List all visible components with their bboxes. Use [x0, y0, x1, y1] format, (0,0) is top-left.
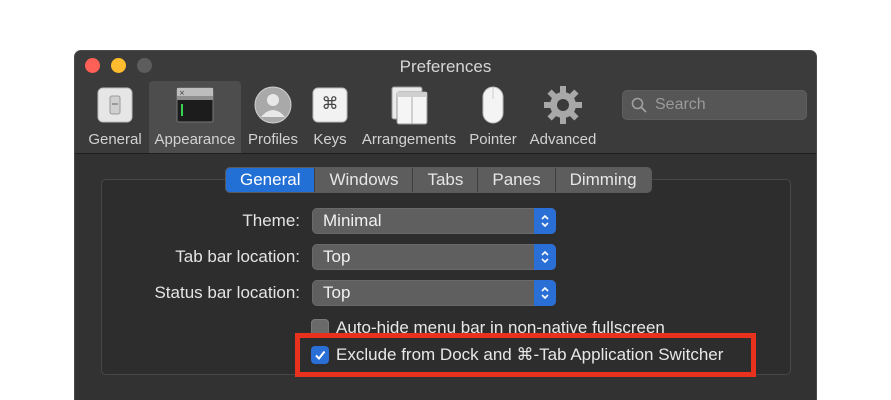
chevron-updown-icon — [534, 208, 556, 234]
command-glyph: ⌘ — [321, 94, 339, 114]
toolbar-label-appearance: Appearance — [154, 131, 236, 148]
status-bar-location-value: Top — [323, 283, 351, 302]
toolbar-label-pointer: Pointer — [469, 131, 517, 148]
tab-bar-location-select[interactable]: Top — [312, 244, 556, 270]
general-switch-icon — [95, 85, 135, 125]
chevron-updown-icon — [534, 244, 556, 270]
toolbar-item-advanced[interactable]: Advanced — [523, 81, 603, 153]
profiles-person-icon — [253, 85, 293, 125]
theme-row: Theme: Minimal — [75, 208, 556, 234]
tab-general[interactable]: General — [226, 168, 316, 192]
toolbar-item-profiles[interactable]: Profiles — [241, 81, 305, 153]
status-bar-location-label: Status bar location: — [154, 283, 300, 302]
status-bar-location-row: Status bar location: Top — [75, 280, 556, 306]
status-bar-location-select[interactable]: Top — [312, 280, 556, 306]
toolbar-item-arrangements[interactable]: Arrangements — [355, 81, 463, 153]
advanced-gear-icon — [543, 85, 583, 125]
tab-panes[interactable]: Panes — [478, 168, 556, 192]
tab-tabs[interactable]: Tabs — [413, 168, 479, 192]
red-highlight-box — [295, 333, 756, 377]
toolbar-item-general[interactable]: General — [81, 81, 149, 153]
theme-label: Theme: — [242, 211, 300, 230]
keys-command-icon: ⌘ — [310, 85, 350, 125]
toolbar-item-pointer[interactable]: Pointer — [463, 81, 523, 153]
preferences-toolbar: General × Appearance Profiles ⌘ Keys Arr… — [81, 81, 603, 153]
appearance-window-icon: × — [175, 85, 215, 125]
tab-bar-location-label: Tab bar location: — [175, 247, 300, 266]
tab-bar-location-value: Top — [323, 247, 351, 266]
toolbar-label-profiles: Profiles — [247, 131, 299, 148]
search-field[interactable] — [622, 90, 807, 120]
toolbar-label-arrangements: Arrangements — [361, 131, 457, 148]
toolbar-item-keys[interactable]: ⌘ Keys — [305, 81, 355, 153]
tab-bar-location-row: Tab bar location: Top — [75, 244, 556, 270]
theme-value: Minimal — [323, 211, 382, 230]
toolbar-label-advanced: Advanced — [529, 131, 597, 148]
tab-dimming[interactable]: Dimming — [555, 168, 651, 192]
titlebar: Preferences General × Appearance Profile… — [75, 51, 816, 154]
tab-windows[interactable]: Windows — [315, 168, 414, 192]
search-input[interactable] — [655, 96, 795, 114]
pointer-mouse-icon — [473, 85, 513, 125]
toolbar-item-appearance[interactable]: × Appearance — [149, 81, 241, 153]
arrangements-windows-icon — [389, 85, 429, 125]
chevron-updown-icon — [534, 280, 556, 306]
toolbar-label-keys: Keys — [313, 131, 347, 148]
toolbar-label-general: General — [88, 131, 142, 148]
theme-select[interactable]: Minimal — [312, 208, 556, 234]
search-icon — [631, 97, 647, 113]
appearance-tabs: General Windows Tabs Panes Dimming — [225, 167, 652, 193]
window-title: Preferences — [399, 57, 492, 76]
svg-text:×: × — [179, 89, 185, 97]
